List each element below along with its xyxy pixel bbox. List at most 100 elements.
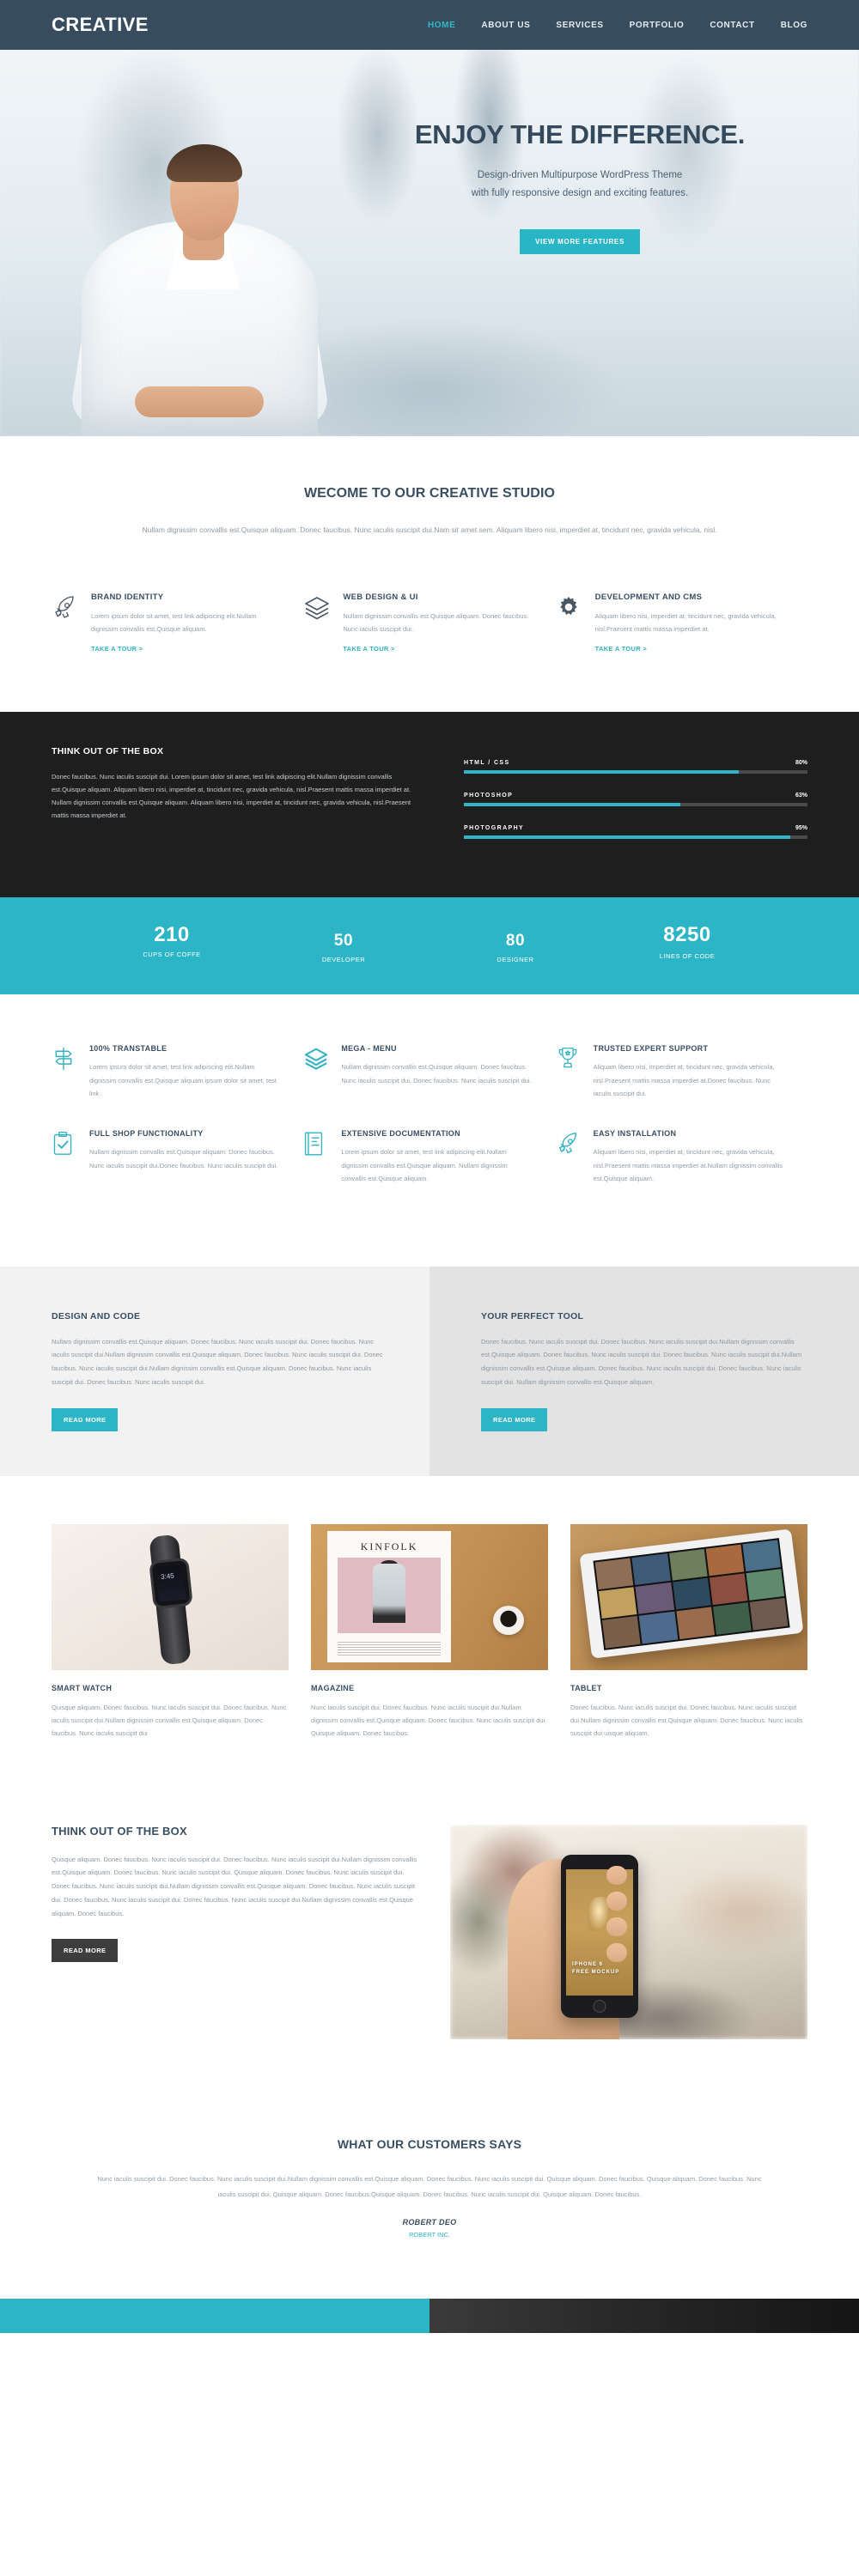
service-title: DEVELOPMENT AND CMS (594, 592, 703, 602)
skills-section: THINK OUT OF THE BOX Donec faucibus. Nun… (0, 712, 859, 898)
skill-label: PHOTOGRAPHY (464, 825, 525, 832)
tablet-photo[interactable] (570, 1523, 807, 1670)
nav-item-portfolio[interactable]: PORTFOLIO (630, 21, 685, 30)
service-title: WEB DESIGN & UI (343, 592, 418, 602)
footer-teal-block (0, 2298, 430, 2333)
nav-item-services[interactable]: SERVICES (556, 21, 603, 30)
skill-bar-photoshop: PHOTOSHOP 63% (464, 793, 807, 807)
panel-text: Donec faucibus. Nunc iaculis suscipit du… (481, 1337, 802, 1386)
take-a-tour-link[interactable]: TAKE A TOUR > (595, 645, 647, 653)
counter-designer: 80 DESIGNER (430, 923, 601, 963)
welcome-title: WECOME TO OUR CREATIVE STUDIO (303, 486, 556, 501)
testimonial-text: Nunc iaculis suscipit dui. Donec faucibu… (97, 2174, 762, 2198)
book-icon (303, 1129, 341, 1185)
main-navigation: HOME ABOUT US SERVICES PORTFOLIO CONTACT… (428, 21, 807, 30)
skills-text: Donec faucibus. Nunc iaculis suscipit du… (52, 773, 411, 820)
view-more-features-button[interactable]: VIEW MORE FEATURES (519, 228, 640, 254)
counter-label: LINES OF CODE (659, 952, 716, 961)
features-section: 100% TRANSTABLE Lorem ipsum dolor sit am… (0, 994, 859, 1267)
feature-title: EASY INSTALLATION (593, 1129, 677, 1139)
trophy-icon (556, 1044, 594, 1100)
layers-icon (303, 592, 343, 656)
footer-dark-block (430, 2298, 859, 2333)
feature-title: 100% TRANSTABLE (89, 1044, 168, 1054)
nav-item-about-us[interactable]: ABOUT US (481, 21, 530, 30)
footer-strip (0, 2298, 859, 2333)
nav-item-blog[interactable]: BLOG (781, 21, 807, 30)
testimonial-title: WHAT OUR CUSTOMERS SAYS (337, 2136, 522, 2151)
smart-watch-photo[interactable]: 3:45 (52, 1523, 289, 1670)
counter-label: DESIGNER (497, 956, 534, 964)
brand-logo[interactable]: CREATIVE (52, 14, 149, 36)
portfolio-item-tablet: TABLET Donec faucibus. Nunc iaculis susc… (570, 1523, 807, 1741)
hero-person-photo (68, 76, 332, 436)
testimonial-author: ROBERT DEO (402, 2217, 457, 2227)
hero-banner: ENJOY THE DIFFERENCE. Design-driven Mult… (0, 50, 859, 436)
service-card-brand-identity: BRAND IDENTITY Lorem ipsum dolor sit ame… (52, 592, 303, 656)
read-more-button[interactable]: READ MORE (52, 1407, 119, 1431)
services-section: BRAND IDENTITY Lorem ipsum dolor sit ame… (0, 556, 859, 713)
site-header: CREATIVE HOME ABOUT US SERVICES PORTFOLI… (0, 0, 859, 50)
thinkbox-text: Quisque aliquam. Donec faucibus. Nunc ia… (52, 1855, 417, 1917)
feature-text: Nullam dignissim convallis est.Quisque a… (341, 1063, 532, 1084)
skills-title: THINK OUT OF THE BOX (52, 746, 164, 757)
signpost-icon (52, 1044, 89, 1100)
service-card-development: DEVELOPMENT AND CMS Aliquam libero nisi,… (556, 592, 807, 656)
hero-title: ENJOY THE DIFFERENCE. (414, 119, 746, 149)
feature-card-full-shop: FULL SHOP FUNCTIONALITY Nullam dignissim… (52, 1129, 303, 1185)
service-text: Nullam dignissim convallis est.Quisque a… (343, 611, 529, 633)
hero-subtitle-line-2: with fully responsive design and excitin… (471, 188, 689, 199)
portfolio-title: SMART WATCH (52, 1683, 113, 1692)
portfolio-text: Quisque aliquam. Donec faucibus. Nunc ia… (52, 1703, 287, 1738)
counters-section: 210 CUPS OF COFFE 50 DEVELOPER 80 DESIGN… (0, 897, 859, 995)
magazine-cover-title: KINFOLK (360, 1540, 418, 1552)
skill-bar-photography: PHOTOGRAPHY 95% (464, 825, 807, 840)
rocket-icon (556, 1129, 594, 1185)
phone-home-button-icon (593, 1999, 606, 2013)
skill-percent: 63% (795, 793, 807, 799)
take-a-tour-link[interactable]: TAKE A TOUR > (91, 645, 143, 653)
feature-text: Lorem ipsum dolor sit amet, test link ad… (89, 1063, 277, 1098)
feature-card-easy-installation: EASY INSTALLATION Aliquam libero nisi, i… (556, 1129, 807, 1185)
counter-label: CUPS OF COFFE (143, 951, 201, 959)
panel-text: Nullam dignissim convallis est.Quisque a… (52, 1337, 383, 1386)
feature-title: FULL SHOP FUNCTIONALITY (89, 1129, 204, 1139)
skill-bars: HTML / CSS 80% PHOTOSHOP 63% PHOTOGRAPHY (464, 746, 807, 858)
testimonial-company: ROBERT INC. (408, 2230, 451, 2239)
skill-percent: 80% (795, 760, 807, 767)
service-text: Aliquam libero nisi, imperdiet at, tinci… (594, 611, 777, 633)
read-more-button[interactable]: READ MORE (52, 1939, 119, 1963)
counter-value: 50 (333, 932, 354, 951)
feature-card-transtable: 100% TRANSTABLE Lorem ipsum dolor sit am… (52, 1044, 303, 1100)
counter-developer: 50 DEVELOPER (258, 923, 430, 963)
nav-item-contact[interactable]: CONTACT (710, 21, 754, 30)
welcome-section: WECOME TO OUR CREATIVE STUDIO Nullam dig… (0, 436, 859, 556)
thinkbox-section: THINK OUT OF THE BOX Quisque aliquam. Do… (0, 1776, 859, 2091)
skill-label: HTML / CSS (464, 760, 510, 767)
read-more-button[interactable]: READ MORE (481, 1407, 548, 1431)
portfolio-text: Nunc iaculis suscipit dui. Donec faucibu… (311, 1703, 547, 1738)
counter-value: 80 (505, 932, 526, 951)
thinkbox-title: THINK OUT OF THE BOX (52, 1824, 187, 1838)
panel-design-and-code: DESIGN AND CODE Nullam dignissim convall… (0, 1266, 430, 1476)
feature-title: MEGA - MENU (341, 1044, 397, 1054)
feature-title: TRUSTED EXPERT SUPPORT (593, 1044, 709, 1054)
phone-mockup-photo: IPHONE 6 FREE MOCKUP (450, 1824, 807, 2039)
counter-value: 210 (154, 923, 190, 947)
feature-card-mega-menu: MEGA - MENU Nullam dignissim convallis e… (303, 1044, 555, 1100)
feature-text: Aliquam libero nisi, imperdiet at, tinci… (593, 1063, 775, 1098)
portfolio-title: TABLET (570, 1683, 602, 1692)
watch-time-overlay: 3:45 (160, 1571, 174, 1581)
counter-value: 8250 (663, 923, 711, 947)
hero-content: ENJOY THE DIFFERENCE. Design-driven Mult… (361, 119, 799, 254)
page-root: CREATIVE HOME ABOUT US SERVICES PORTFOLI… (0, 0, 859, 2333)
magazine-photo[interactable]: KINFOLK (311, 1523, 548, 1670)
take-a-tour-link[interactable]: TAKE A TOUR > (343, 645, 394, 653)
nav-item-home[interactable]: HOME (428, 21, 455, 30)
skill-percent: 95% (795, 825, 807, 832)
feature-title: EXTENSIVE DOCUMENTATION (341, 1129, 460, 1139)
clipboard-check-icon (52, 1129, 89, 1185)
hero-subtitle-line-1: Design-driven Multipurpose WordPress The… (477, 170, 683, 181)
skill-bar-html-css: HTML / CSS 80% (464, 760, 807, 775)
hero-subtitle: Design-driven Multipurpose WordPress The… (361, 167, 799, 204)
